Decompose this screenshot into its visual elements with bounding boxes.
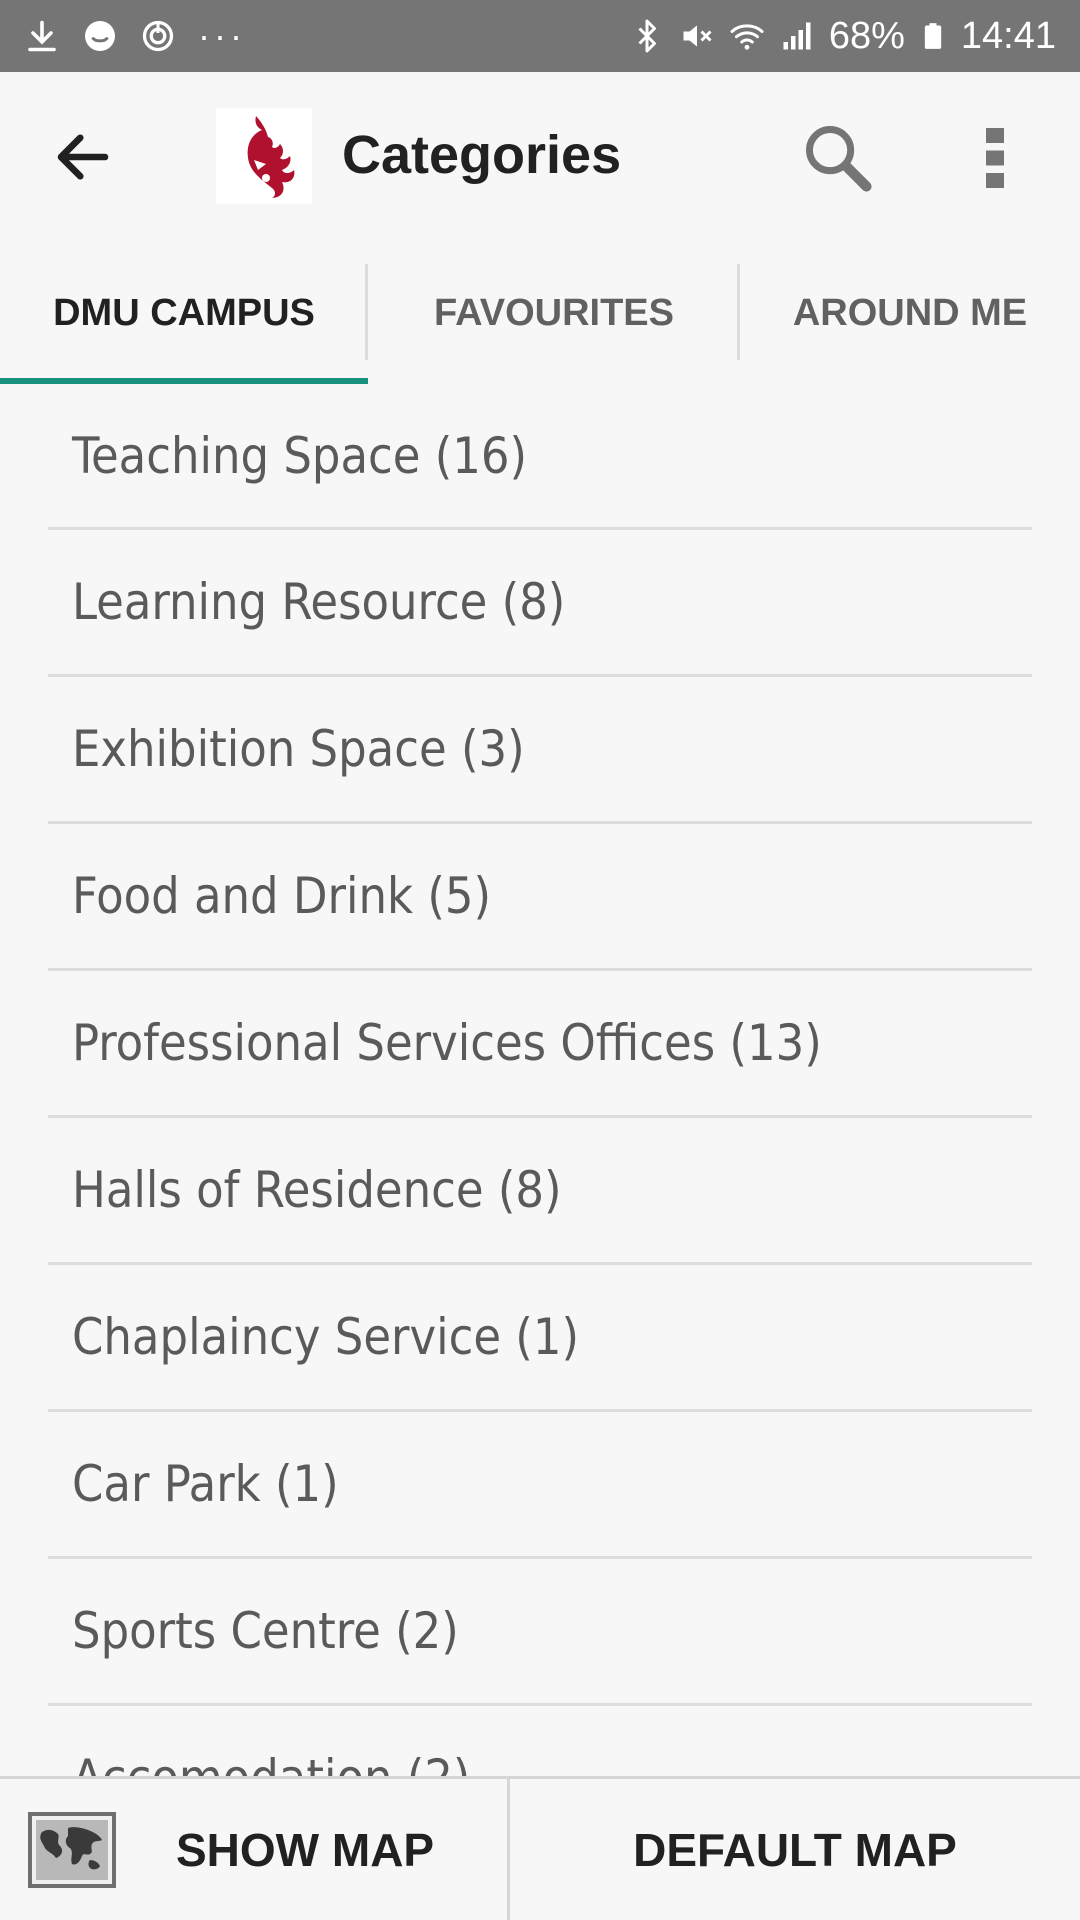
show-map-label: SHOW MAP <box>176 1823 435 1876</box>
more-notifications-icon: ··· <box>198 15 246 56</box>
app-toolbar: Categories <box>0 72 1080 242</box>
list-item[interactable]: Food and Drink (5) <box>48 824 1032 971</box>
status-time: 14:41 <box>960 15 1056 57</box>
status-bar-left: ··· <box>24 15 268 57</box>
back-arrow-icon[interactable] <box>50 124 116 190</box>
list-item-label: Accomodation (2) <box>72 1749 471 1776</box>
list-item[interactable]: Halls of Residence (8) <box>48 1118 1032 1265</box>
list-item[interactable]: Chaplaincy Service (1) <box>48 1265 1032 1412</box>
list-item-label: Teaching Space (16) <box>72 426 528 485</box>
list-item[interactable]: Car Park (1) <box>48 1412 1032 1559</box>
bottom-bar: SHOW MAP DEFAULT MAP <box>0 1776 1080 1920</box>
battery-icon <box>924 23 942 49</box>
list-item-label: Food and Drink (5) <box>72 867 492 925</box>
list-item[interactable]: Teaching Space (16) <box>48 384 1032 530</box>
status-bar: ··· 68% 14:41 <box>0 0 1080 72</box>
list-item[interactable]: Learning Resource (8) <box>48 530 1032 677</box>
tab-dmu-campus[interactable]: DMU CAMPUS <box>0 242 368 384</box>
list-item[interactable]: Exhibition Space (3) <box>48 677 1032 824</box>
status-bar-right: 68% 14:41 <box>615 17 1056 55</box>
smiley-icon <box>85 21 115 51</box>
tab-around-me[interactable]: AROUND ME <box>740 242 1080 384</box>
tab-around-me-label: AROUND ME <box>792 291 1028 334</box>
list-item[interactable]: Sports Centre (2) <box>48 1559 1032 1706</box>
category-tabs: DMU CAMPUS FAVOURITES AROUND ME <box>0 242 1080 384</box>
sync-icon <box>142 20 174 52</box>
tab-favourites-label: FAVOURITES <box>434 291 674 334</box>
mute-icon <box>683 25 712 47</box>
bluetooth-icon <box>638 19 656 53</box>
list-item-label: Learning Resource (8) <box>72 573 566 631</box>
page-title: Categories <box>342 125 622 185</box>
default-map-label: DEFAULT MAP <box>633 1823 957 1876</box>
dmu-lion-logo-icon <box>247 116 295 198</box>
tab-favourites[interactable]: FAVOURITES <box>368 242 740 384</box>
battery-percentage: 68% <box>828 15 905 57</box>
app-screen: ··· 68% 14:41 Categories DMU CAMPUS FAVO… <box>0 0 1080 1920</box>
more-vertical-icon[interactable] <box>970 122 1026 194</box>
category-list[interactable]: Teaching Space (16) Learning Resource (8… <box>0 384 1080 1776</box>
signal-icon <box>783 22 811 50</box>
search-icon[interactable] <box>800 120 876 196</box>
list-item-label: Sports Centre (2) <box>72 1602 459 1660</box>
list-item[interactable]: Professional Services Offices (13) <box>48 971 1032 1118</box>
app-logo <box>216 108 312 204</box>
wifi-icon <box>730 24 764 50</box>
list-item-label: Exhibition Space (3) <box>72 720 525 778</box>
tab-dmu-campus-label: DMU CAMPUS <box>53 291 315 334</box>
list-item-label: Chaplaincy Service (1) <box>72 1308 580 1366</box>
download-icon <box>28 20 56 52</box>
list-item-label: Halls of Residence (8) <box>72 1161 562 1219</box>
world-map-icon <box>28 1812 116 1888</box>
list-item-label: Car Park (1) <box>72 1455 339 1513</box>
list-item-label: Professional Services Offices (13) <box>72 1014 822 1072</box>
default-map-button[interactable]: DEFAULT MAP <box>510 1779 1080 1920</box>
list-item[interactable]: Accomodation (2) <box>48 1706 1032 1776</box>
show-map-button[interactable]: SHOW MAP <box>0 1779 510 1920</box>
